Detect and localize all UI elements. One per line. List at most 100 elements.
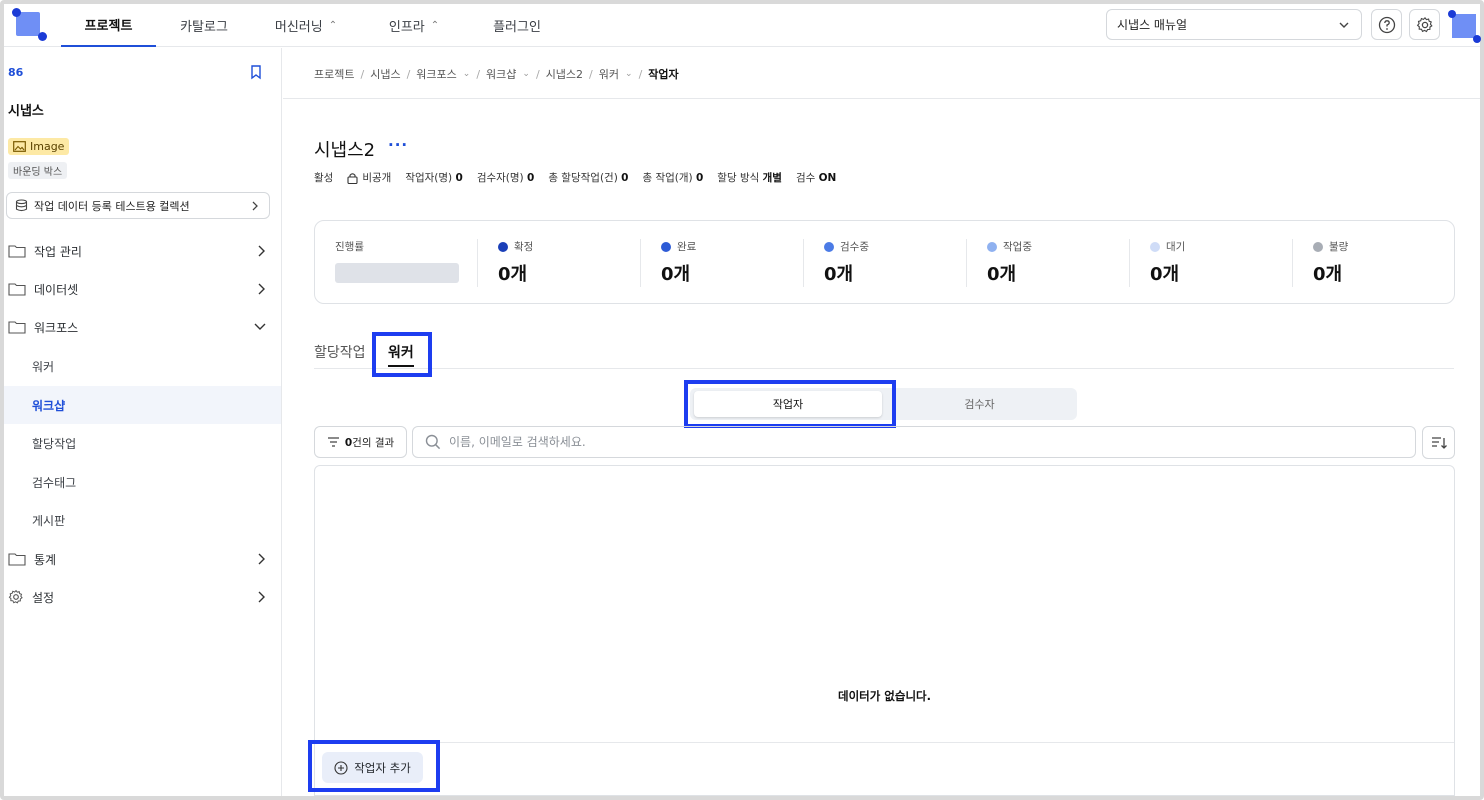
sidebar-item-worker[interactable]: 워커 xyxy=(4,347,281,385)
breadcrumb-item[interactable]: 시냅스 xyxy=(370,66,400,82)
folder-icon xyxy=(8,283,26,296)
sidebar-item-review-tags[interactable]: 검수태그 xyxy=(4,463,281,501)
folder-icon xyxy=(8,321,26,334)
sidebar-item-workforce[interactable]: 워크포스 xyxy=(4,308,281,346)
meta-method: 할당 방식 개별 xyxy=(717,172,782,184)
progress-bar xyxy=(335,263,459,283)
help-icon xyxy=(1378,16,1395,33)
chevron-down-icon xyxy=(254,323,266,330)
segment-reviewer[interactable]: 검수자 xyxy=(886,391,1073,417)
filter-icon xyxy=(327,437,339,447)
sidebar-item-dataset[interactable]: 데이터셋 xyxy=(4,270,281,308)
stat-progress: 진행률 xyxy=(335,241,364,253)
help-button[interactable] xyxy=(1371,9,1402,40)
chevron-right-icon xyxy=(258,591,265,603)
worker-table: 데이터가 없습니다. xyxy=(314,465,1455,796)
breadcrumb-item[interactable]: 워크샵 xyxy=(486,66,516,82)
search-input[interactable] xyxy=(449,435,1349,449)
status-dot-icon xyxy=(498,241,508,252)
stat-waiting: 대기 0개 xyxy=(1150,241,1186,285)
breadcrumb-item[interactable]: 워커 xyxy=(599,66,619,82)
stat-confirmed: 확정 0개 xyxy=(498,241,534,285)
highlight-box xyxy=(684,380,896,428)
sidebar-item-statistics[interactable]: 통계 xyxy=(4,540,281,578)
tab-assigned-tasks[interactable]: 할당작업 xyxy=(314,342,366,362)
divider xyxy=(315,742,1454,743)
empty-message: 데이터가 없습니다. xyxy=(837,689,931,703)
nav-tab-projects[interactable]: 프로젝트 xyxy=(61,4,156,47)
chevron-right-icon xyxy=(258,283,265,295)
gear-icon xyxy=(1416,16,1433,32)
image-icon xyxy=(13,141,26,152)
page-title: 시냅스2 xyxy=(314,140,376,161)
tag-bounding-box: 바운딩 박스 xyxy=(8,162,68,179)
status-dot-icon xyxy=(661,241,671,252)
avatar[interactable] xyxy=(1448,10,1481,43)
project-id: 86 xyxy=(8,66,24,79)
gear-icon xyxy=(8,589,23,604)
nav-tab-infra[interactable]: 인프라 ⌃ xyxy=(379,4,449,47)
chevron-down-icon xyxy=(1339,22,1349,28)
breadcrumb-item[interactable]: 프로젝트 xyxy=(314,66,354,82)
chevron-right-icon xyxy=(258,245,265,257)
collection-link[interactable]: 작업 데이터 등록 테스트용 컬렉션 xyxy=(6,192,270,219)
folder-icon xyxy=(8,553,26,566)
tag-image-label: Image xyxy=(30,140,65,153)
status-dot-icon xyxy=(824,241,834,252)
workshop-meta: 활성 비공개 작업자(명) 0 검수자(명) 0 총 할당작업(건) 0 총 작… xyxy=(314,170,836,185)
divider xyxy=(283,98,1480,99)
collection-label: 작업 데이터 등록 테스트용 컬렉션 xyxy=(34,199,190,213)
stat-working: 작업중 0개 xyxy=(987,241,1032,285)
visibility: 비공개 xyxy=(347,170,391,185)
sidebar-item-label: 작업 관리 xyxy=(34,244,82,259)
highlight-box xyxy=(308,740,440,792)
chevron-right-icon xyxy=(252,201,258,211)
highlight-box xyxy=(372,332,432,377)
sidebar: 86 시냅스 Image 바운딩 박스 작업 데이터 등록 테스트용 컬렉션 작… xyxy=(4,48,282,796)
chevron-down-icon[interactable]: ⌄ xyxy=(463,69,471,79)
status-text: 활성 xyxy=(314,172,334,184)
chevron-down-icon[interactable]: ⌄ xyxy=(625,69,633,79)
sidebar-item-task-management[interactable]: 작업 관리 xyxy=(4,232,281,270)
meta-workers: 작업자(명) 0 xyxy=(405,172,463,184)
search-field[interactable] xyxy=(412,426,1416,458)
nav-tab-plugins[interactable]: 플러그인 xyxy=(482,4,552,47)
chevron-right-icon xyxy=(258,553,265,565)
chevron-down-icon[interactable]: ⌄ xyxy=(522,69,530,79)
stat-reviewing: 검수중 0개 xyxy=(824,241,869,285)
breadcrumb-item[interactable]: 시냅스2 xyxy=(546,66,583,82)
meta-reviewers: 검수자(명) 0 xyxy=(476,172,535,184)
settings-button[interactable] xyxy=(1409,9,1440,40)
sidebar-item-workshop[interactable]: 워크샵 xyxy=(4,386,281,424)
search-icon xyxy=(425,434,441,450)
manual-select-value: 시냅스 매뉴얼 xyxy=(1117,18,1188,32)
chevron-updown-icon: ⌃ xyxy=(430,20,440,31)
sidebar-item-label: 워크포스 xyxy=(34,320,79,335)
manual-select[interactable]: 시냅스 매뉴얼 xyxy=(1106,9,1362,40)
status-dot-icon xyxy=(1150,241,1160,252)
sidebar-item-label: 통계 xyxy=(34,552,57,567)
filter-results-button[interactable]: 0건의 결과 xyxy=(314,426,407,458)
sort-button[interactable] xyxy=(1422,426,1455,459)
stat-completed: 완료 0개 xyxy=(661,241,697,285)
tag-image: Image xyxy=(8,138,70,155)
top-nav: 프로젝트 카탈로그 머신러닝 ⌃ 인프라 ⌃ 플러그인 시냅스 매뉴얼 xyxy=(4,4,1481,47)
more-options-button[interactable]: ··· xyxy=(388,136,408,154)
breadcrumb-item[interactable]: 워크포스 xyxy=(416,66,456,82)
nav-tab-catalog[interactable]: 카탈로그 xyxy=(164,4,244,47)
breadcrumb: 프로젝트 / 시냅스 / 워크포스 ⌄ / 워크샵 ⌄ / 시냅스2/ 워커 ⌄ / 작업자 xyxy=(314,66,679,82)
sidebar-item-settings[interactable]: 설정 xyxy=(4,578,281,616)
breadcrumb-current: 작업자 xyxy=(648,68,679,81)
visibility-label: 비공개 xyxy=(362,172,392,184)
sidebar-item-assigned-tasks[interactable]: 할당작업 xyxy=(4,424,281,462)
folder-icon xyxy=(8,245,26,258)
nav-tab-ml[interactable]: 머신러닝 ⌃ xyxy=(266,4,346,47)
database-icon xyxy=(15,199,28,212)
status-dot-icon xyxy=(1313,241,1323,252)
sidebar-item-label: 설정 xyxy=(32,590,55,605)
tab-bar: 할당작업 워커 xyxy=(314,340,1454,369)
logo-icon[interactable] xyxy=(12,8,47,41)
stat-defective: 불량 0개 xyxy=(1313,241,1349,285)
sidebar-item-board[interactable]: 게시판 xyxy=(4,501,281,539)
bookmark-icon[interactable] xyxy=(248,64,264,80)
